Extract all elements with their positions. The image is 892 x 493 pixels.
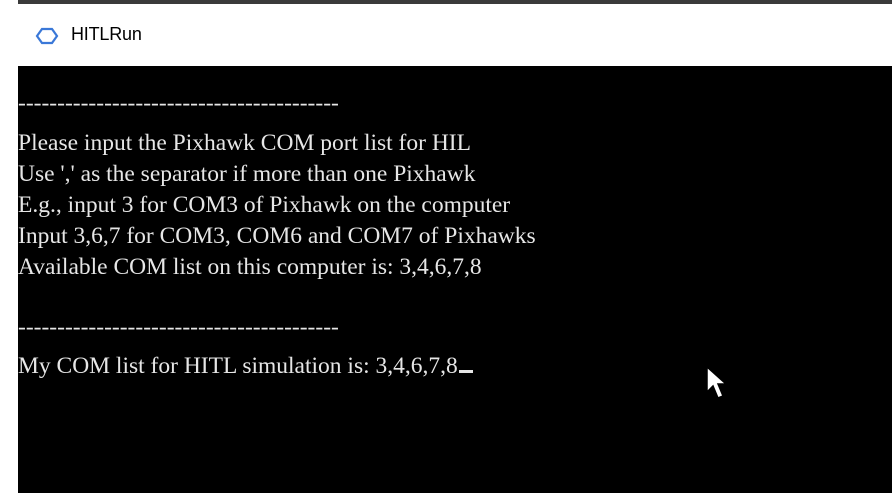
title-bar[interactable]: HITLRun: [18, 4, 892, 66]
console-input-line[interactable]: My COM list for HITL simulation is: 3,4,…: [18, 351, 473, 382]
hexagon-app-icon: [33, 27, 61, 45]
console-line: Available COM list on this computer is: …: [18, 254, 482, 280]
console-prompt[interactable]: My COM list for HITL simulation is: 3,4,…: [18, 353, 458, 379]
console-output[interactable]: ----------------------------------------…: [18, 66, 892, 493]
console-line: Use ',' as the separator if more than on…: [18, 161, 476, 187]
window-left-edge: [0, 0, 18, 493]
window-title: HITLRun: [71, 24, 142, 44]
text-cursor: [458, 370, 473, 373]
console-separator: ----------------------------------------…: [18, 90, 339, 116]
console-separator: ----------------------------------------…: [18, 314, 339, 340]
mouse-pointer-icon: [706, 365, 728, 400]
terminal-window: HITLRun --------------------------------…: [0, 0, 892, 493]
console-line: Input 3,6,7 for COM3, COM6 and COM7 of P…: [18, 223, 536, 249]
console-line: E.g., input 3 for COM3 of Pixhawk on the…: [18, 192, 511, 218]
console-line: Please input the Pixhawk COM port list f…: [18, 130, 471, 156]
